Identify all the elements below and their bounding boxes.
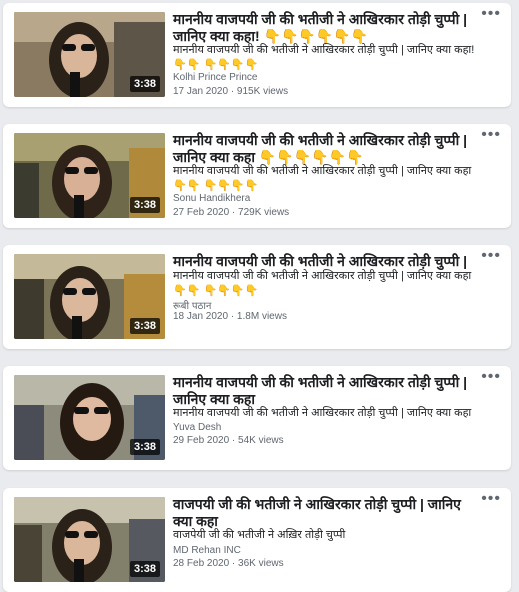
video-meta: 17 Jan 2020 · 915K views	[173, 86, 289, 97]
video-card[interactable]: 3:38 माननीय वाजपयी जी की भतीजी ने आखिरका…	[3, 245, 511, 349]
video-meta: 18 Jan 2020 · 1.8M views	[173, 311, 287, 322]
video-duration: 3:38	[129, 318, 160, 334]
video-meta: 28 Feb 2020 · 36K views	[173, 558, 284, 569]
video-description: माननीय वाजपयी जी की भतीजी ने आखिरकार तोड…	[173, 270, 472, 297]
video-meta: 27 Feb 2020 · 729K views	[173, 207, 290, 218]
more-options-icon[interactable]: •••	[481, 491, 501, 507]
video-thumbnail[interactable]: 3:38	[14, 12, 165, 97]
video-thumbnail[interactable]: 3:38	[14, 254, 165, 339]
video-description: वाजपेयी जी की भतीजी ने अख़िर तोड़ी चुप्प…	[173, 529, 346, 541]
video-description: माननीय वाजपयी जी की भतीजी ने आखिरकार तोड…	[173, 165, 472, 192]
video-meta: 29 Feb 2020 · 54K views	[173, 435, 284, 446]
video-title[interactable]: माननीय वाजपयी जी की भतीजी ने आखिरकार तोड…	[173, 253, 478, 270]
video-description: माननीय वाजपयी जी की भतीजी ने आखिरकार तोड…	[173, 44, 475, 71]
video-card[interactable]: 3:38 वाजपयी जी की भतीजी ने आखिरकार तोड़ी…	[3, 488, 511, 592]
video-description: माननीय वाजपयी जी की भतीजी ने आखिरकार तोड…	[173, 407, 472, 419]
more-options-icon[interactable]: •••	[481, 127, 501, 143]
more-options-icon[interactable]: •••	[481, 369, 501, 385]
video-duration: 3:38	[129, 439, 160, 455]
channel-name[interactable]: MD Rehan INC	[173, 545, 241, 556]
channel-name[interactable]: रूबी पठान	[173, 298, 211, 312]
video-title[interactable]: वाजपयी जी की भतीजी ने आखिरकार तोड़ी चुप्…	[173, 496, 478, 530]
channel-name[interactable]: Sonu Handikhera	[173, 193, 250, 204]
more-options-icon[interactable]: •••	[481, 6, 501, 22]
video-duration: 3:38	[129, 197, 160, 213]
video-card[interactable]: 3:38 माननीय वाजपयी जी की भतीजी ने आखिरका…	[3, 3, 511, 107]
video-title[interactable]: माननीय वाजपयी जी की भतीजी ने आखिरकार तोड…	[173, 11, 478, 45]
video-duration: 3:38	[129, 76, 160, 92]
video-thumbnail[interactable]: 3:38	[14, 133, 165, 218]
video-title[interactable]: माननीय वाजपयी जी की भतीजी ने आखिरकार तोड…	[173, 374, 478, 408]
video-thumbnail[interactable]: 3:38	[14, 375, 165, 460]
channel-name[interactable]: Kolhi Prince Prince	[173, 72, 257, 83]
video-thumbnail[interactable]: 3:38	[14, 497, 165, 582]
more-options-icon[interactable]: •••	[481, 248, 501, 264]
video-card[interactable]: 3:38 माननीय वाजपयी जी की भतीजी ने आखिरका…	[3, 124, 511, 228]
video-card[interactable]: 3:38 माननीय वाजपयी जी की भतीजी ने आखिरका…	[3, 366, 511, 470]
video-title[interactable]: माननीय वाजपयी जी की भतीजी ने आखिरकार तोड…	[173, 132, 478, 166]
channel-name[interactable]: Yuva Desh	[173, 422, 221, 433]
video-duration: 3:38	[129, 561, 160, 577]
